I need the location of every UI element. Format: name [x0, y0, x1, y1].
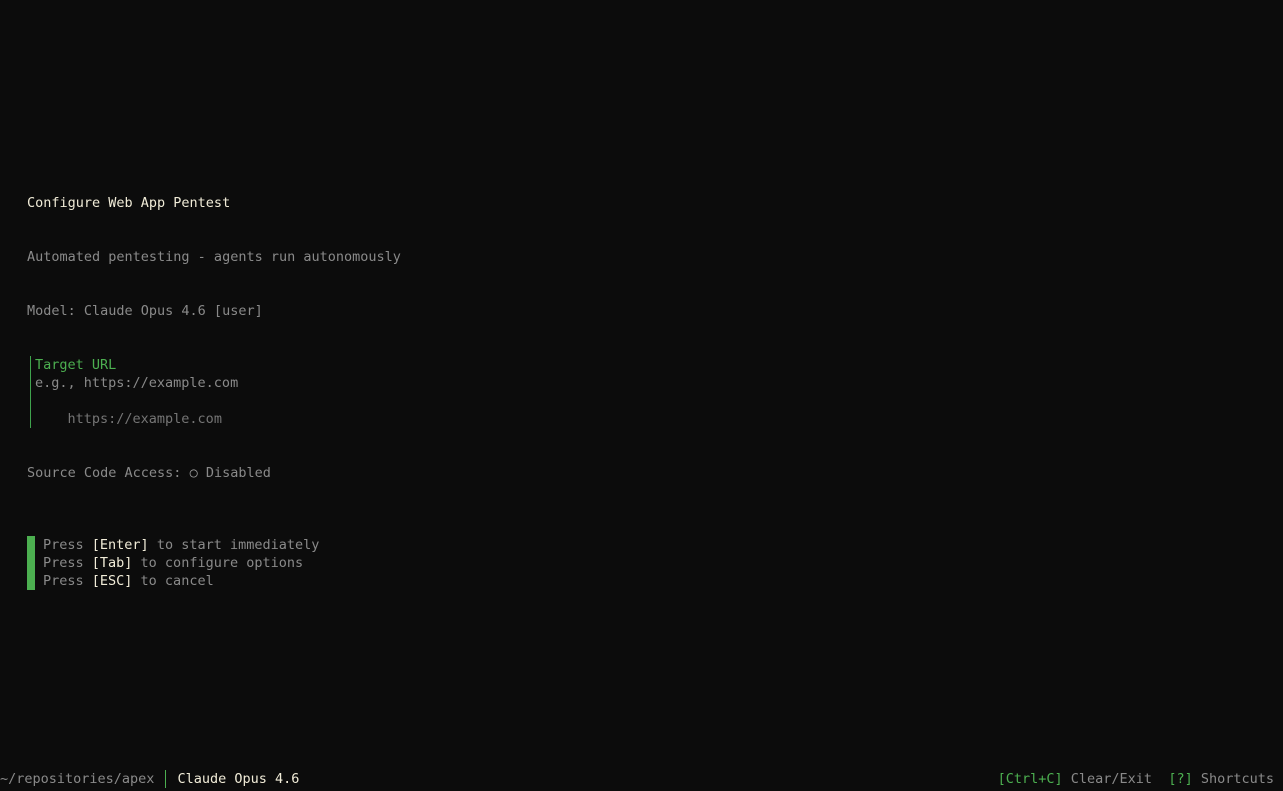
- source-code-access-toggle[interactable]: Source Code Access: ○ Disabled: [27, 464, 271, 482]
- target-url-field[interactable]: Target URL e.g., https://example.com: [30, 356, 468, 428]
- ctrl-c-shortcut-key[interactable]: [Ctrl+C]: [998, 771, 1063, 787]
- help-shortcut-key[interactable]: [?]: [1168, 771, 1192, 787]
- enter-key-hint: [Enter]: [91, 537, 149, 553]
- help-line-esc: Press [ESC] to cancel: [43, 573, 214, 589]
- target-url-label: Target URL: [35, 357, 117, 373]
- page-subtitle: Automated pentesting - agents run autono…: [27, 249, 401, 265]
- status-model-name: Claude Opus 4.6: [177, 771, 300, 787]
- help-panel: Press [Enter] to start immediately Press…: [27, 536, 319, 590]
- help-line-enter: Press [Enter] to start immediately: [43, 537, 320, 553]
- source-code-access-label: Source Code Access:: [27, 465, 190, 481]
- status-bar-right: [Ctrl+C] Clear/Exit [?] Shortcuts: [998, 770, 1274, 788]
- help-line-tab: Press [Tab] to configure options: [43, 555, 304, 571]
- working-directory: ~/repositories/apex: [0, 771, 155, 787]
- status-bar-left: ~/repositories/apex Claude Opus 4.6: [0, 770, 299, 788]
- source-code-access-state: Disabled: [197, 465, 271, 481]
- status-bar: ~/repositories/apex Claude Opus 4.6 [Ctrl…: [0, 770, 1283, 788]
- target-url-input[interactable]: [67, 410, 468, 428]
- ctrl-c-shortcut-label: Clear/Exit: [1062, 771, 1153, 787]
- help-shortcut-label: Shortcuts: [1192, 771, 1274, 787]
- status-divider: [165, 770, 167, 788]
- esc-key-hint: [ESC]: [91, 573, 133, 589]
- tab-key-hint: [Tab]: [91, 555, 133, 571]
- page-title: Configure Web App Pentest: [27, 195, 231, 211]
- model-info: Model: Claude Opus 4.6 [user]: [27, 303, 263, 319]
- target-url-hint: e.g., https://example.com: [35, 375, 239, 391]
- circle-outline-icon: ○: [189, 465, 198, 481]
